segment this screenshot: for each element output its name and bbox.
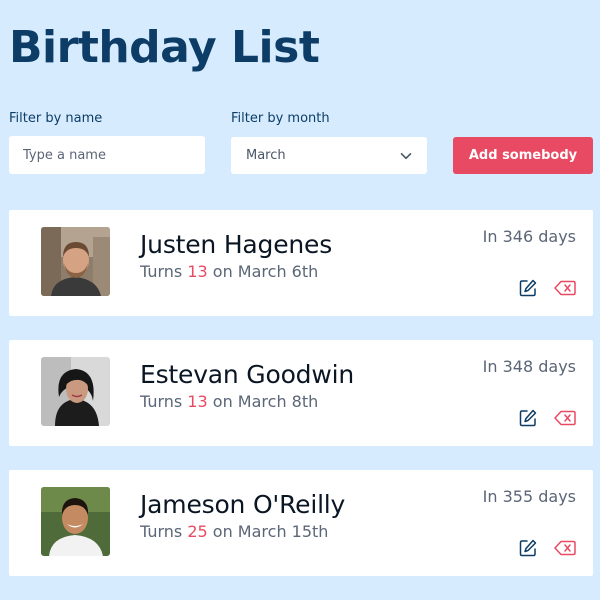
- month-filter-select[interactable]: March: [231, 137, 427, 174]
- days-until-birthday: In 348 days: [482, 357, 576, 376]
- avatar: [41, 487, 110, 556]
- person-name: Justen Hagenes: [140, 230, 333, 259]
- chevron-down-icon: [399, 149, 413, 163]
- person-name: Estevan Goodwin: [140, 360, 354, 389]
- turns-info: Turns 13 on March 6th: [140, 262, 318, 281]
- avatar: [41, 357, 110, 426]
- turns-prefix: Turns: [140, 262, 188, 281]
- age-value: 13: [187, 262, 208, 281]
- birthday-card: Justen Hagenes Turns 13 on March 6th In …: [9, 210, 593, 316]
- birthday-date: on March 8th: [207, 392, 319, 411]
- delete-icon[interactable]: [554, 407, 576, 429]
- turns-info: Turns 13 on March 8th: [140, 392, 318, 411]
- filter-month-label: Filter by month: [231, 111, 330, 126]
- person-name: Jameson O'Reilly: [140, 490, 346, 519]
- delete-icon[interactable]: [554, 277, 576, 299]
- birthday-date: on March 15th: [207, 522, 329, 541]
- days-until-birthday: In 346 days: [482, 227, 576, 246]
- delete-icon[interactable]: [554, 537, 576, 559]
- name-filter-input[interactable]: [9, 136, 205, 174]
- turns-prefix: Turns: [140, 392, 188, 411]
- birthday-card: Jameson O'Reilly Turns 25 on March 15th …: [9, 470, 593, 576]
- edit-icon[interactable]: [518, 277, 538, 299]
- birthday-app: Birthday List Filter by name Filter by m…: [0, 0, 600, 600]
- filter-name-label: Filter by name: [9, 111, 103, 126]
- month-selected-value: March: [246, 148, 286, 163]
- birthday-card: Estevan Goodwin Turns 13 on March 8th In…: [9, 340, 593, 446]
- edit-icon[interactable]: [518, 407, 538, 429]
- age-value: 13: [187, 392, 208, 411]
- avatar: [41, 227, 110, 296]
- edit-icon[interactable]: [518, 537, 538, 559]
- turns-prefix: Turns: [140, 522, 188, 541]
- age-value: 25: [187, 522, 208, 541]
- turns-info: Turns 25 on March 15th: [140, 522, 328, 541]
- days-until-birthday: In 355 days: [482, 487, 576, 506]
- birthday-date: on March 6th: [207, 262, 319, 281]
- add-somebody-button[interactable]: Add somebody: [453, 137, 593, 174]
- page-title: Birthday List: [9, 22, 320, 73]
